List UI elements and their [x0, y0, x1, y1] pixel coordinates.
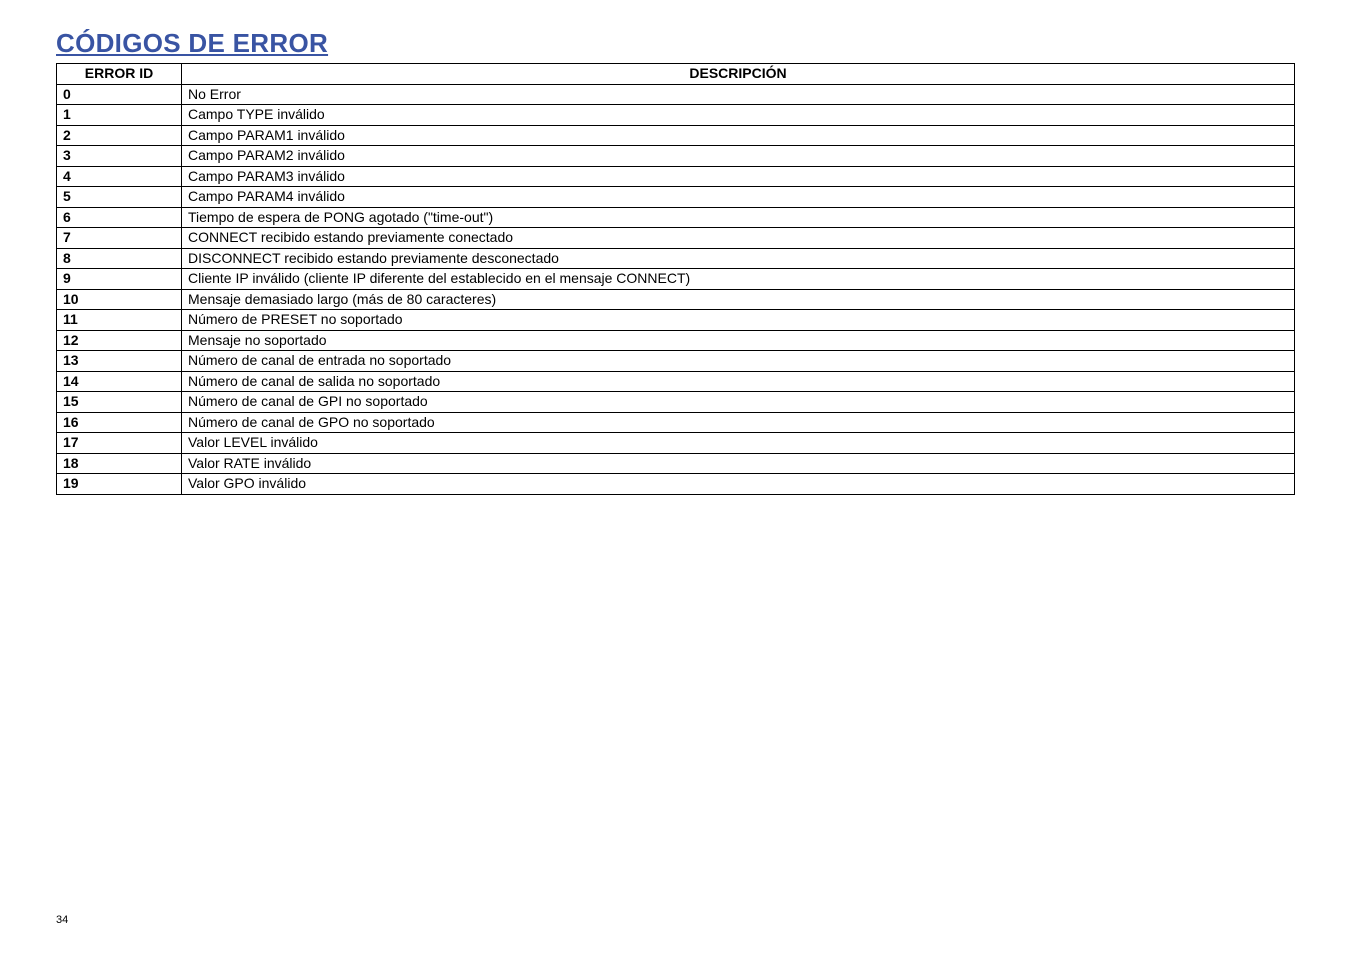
cell-description: Valor RATE inválido [182, 453, 1295, 474]
cell-error-id: 7 [57, 228, 182, 249]
cell-error-id: 3 [57, 146, 182, 167]
table-row: 5 Campo PARAM4 inválido [57, 187, 1295, 208]
cell-error-id: 0 [57, 84, 182, 105]
cell-error-id: 12 [57, 330, 182, 351]
cell-error-id: 17 [57, 433, 182, 454]
cell-description: Número de canal de GPO no soportado [182, 412, 1295, 433]
table-row: 12 Mensaje no soportado [57, 330, 1295, 351]
cell-description: Valor GPO inválido [182, 474, 1295, 495]
cell-error-id: 4 [57, 166, 182, 187]
cell-error-id: 1 [57, 105, 182, 126]
table-row: 11 Número de PRESET no soportado [57, 310, 1295, 331]
cell-description: Campo PARAM3 inválido [182, 166, 1295, 187]
table-row: 0 No Error [57, 84, 1295, 105]
table-row: 15 Número de canal de GPI no soportado [57, 392, 1295, 413]
cell-error-id: 18 [57, 453, 182, 474]
table-row: 16 Número de canal de GPO no soportado [57, 412, 1295, 433]
cell-error-id: 13 [57, 351, 182, 372]
cell-description: Mensaje no soportado [182, 330, 1295, 351]
header-description: DESCRIPCIÓN [182, 64, 1295, 85]
table-row: 6 Tiempo de espera de PONG agotado ("tim… [57, 207, 1295, 228]
table-row: 18 Valor RATE inválido [57, 453, 1295, 474]
cell-error-id: 16 [57, 412, 182, 433]
cell-error-id: 9 [57, 269, 182, 290]
header-error-id: ERROR ID [57, 64, 182, 85]
cell-description: Campo PARAM2 inválido [182, 146, 1295, 167]
table-row: 3 Campo PARAM2 inválido [57, 146, 1295, 167]
document-page: CÓDIGOS DE ERROR ERROR ID DESCRIPCIÓN 0 … [0, 0, 1351, 954]
table-row: 2 Campo PARAM1 inválido [57, 125, 1295, 146]
cell-error-id: 19 [57, 474, 182, 495]
cell-description: Campo TYPE inválido [182, 105, 1295, 126]
table-row: 9 Cliente IP inválido (cliente IP difere… [57, 269, 1295, 290]
cell-description: DISCONNECT recibido estando previamente … [182, 248, 1295, 269]
cell-description: No Error [182, 84, 1295, 105]
error-codes-table: ERROR ID DESCRIPCIÓN 0 No Error 1 Campo … [56, 63, 1295, 495]
cell-error-id: 8 [57, 248, 182, 269]
table-row: 14 Número de canal de salida no soportad… [57, 371, 1295, 392]
cell-description: Número de canal de GPI no soportado [182, 392, 1295, 413]
page-number: 34 [56, 914, 68, 926]
cell-description: Tiempo de espera de PONG agotado ("time-… [182, 207, 1295, 228]
cell-description: Número de PRESET no soportado [182, 310, 1295, 331]
cell-description: Cliente IP inválido (cliente IP diferent… [182, 269, 1295, 290]
table-row: 7 CONNECT recibido estando previamente c… [57, 228, 1295, 249]
cell-error-id: 15 [57, 392, 182, 413]
page-title: CÓDIGOS DE ERROR [56, 28, 1295, 59]
cell-error-id: 11 [57, 310, 182, 331]
table-row: 17 Valor LEVEL inválido [57, 433, 1295, 454]
cell-error-id: 14 [57, 371, 182, 392]
table-row: 19 Valor GPO inválido [57, 474, 1295, 495]
table-row: 4 Campo PARAM3 inválido [57, 166, 1295, 187]
cell-error-id: 6 [57, 207, 182, 228]
cell-error-id: 5 [57, 187, 182, 208]
table-row: 1 Campo TYPE inválido [57, 105, 1295, 126]
table-header-row: ERROR ID DESCRIPCIÓN [57, 64, 1295, 85]
cell-description: CONNECT recibido estando previamente con… [182, 228, 1295, 249]
cell-description: Mensaje demasiado largo (más de 80 carac… [182, 289, 1295, 310]
table-row: 13 Número de canal de entrada no soporta… [57, 351, 1295, 372]
cell-description: Número de canal de salida no soportado [182, 371, 1295, 392]
cell-description: Campo PARAM1 inválido [182, 125, 1295, 146]
cell-error-id: 10 [57, 289, 182, 310]
table-row: 10 Mensaje demasiado largo (más de 80 ca… [57, 289, 1295, 310]
cell-description: Número de canal de entrada no soportado [182, 351, 1295, 372]
cell-description: Campo PARAM4 inválido [182, 187, 1295, 208]
cell-error-id: 2 [57, 125, 182, 146]
cell-description: Valor LEVEL inválido [182, 433, 1295, 454]
table-row: 8 DISCONNECT recibido estando previament… [57, 248, 1295, 269]
